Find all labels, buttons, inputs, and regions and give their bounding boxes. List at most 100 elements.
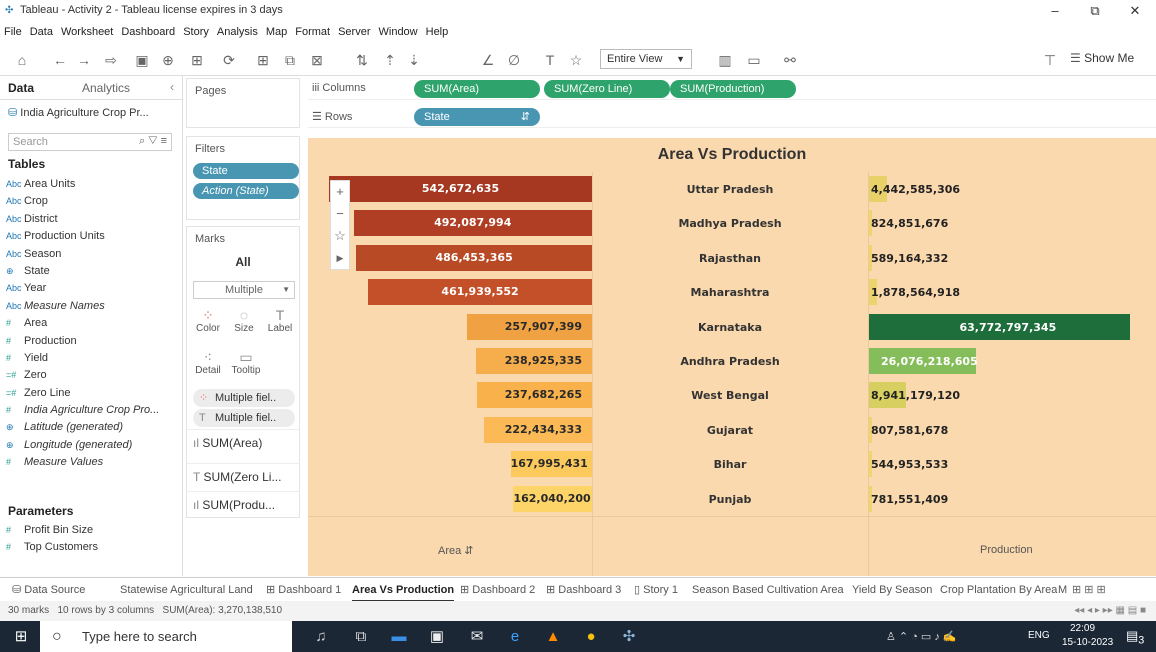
sort-asc-icon[interactable]: ⇡ bbox=[380, 50, 400, 70]
tab-overflow[interactable]: M bbox=[1058, 578, 1067, 602]
minimize-button[interactable]: – bbox=[1040, 2, 1070, 20]
taskbar-search[interactable]: ○ Type here to search bbox=[40, 621, 292, 652]
presentation-icon[interactable]: ▭ bbox=[744, 50, 764, 70]
marks-all-tab[interactable]: All bbox=[187, 255, 299, 269]
zoom-out-icon[interactable]: − bbox=[331, 203, 349, 225]
highlight-icon[interactable]: ∠ bbox=[478, 50, 498, 70]
field-item[interactable]: Abc Production Units bbox=[6, 228, 182, 245]
field-item[interactable]: Abc Year bbox=[6, 280, 182, 297]
tooltip-icon[interactable]: ⊤ bbox=[1040, 50, 1060, 70]
store-icon[interactable]: ▣ bbox=[426, 626, 448, 648]
field-item[interactable]: # Area bbox=[6, 315, 182, 332]
windows-start-icon[interactable]: ⊞ bbox=[10, 626, 32, 648]
tab-dashboard-2[interactable]: ⊞ Dashboard 2 bbox=[460, 578, 535, 602]
tab-season-based-cultivation-area[interactable]: Season Based Cultivation Area bbox=[692, 578, 844, 602]
pin-icon[interactable]: ☆ bbox=[331, 225, 349, 247]
parameter-item[interactable]: # Top Customers bbox=[6, 539, 182, 556]
size-button[interactable]: ◌ Size bbox=[229, 307, 259, 334]
area-bar[interactable]: 167,995,431 bbox=[510, 451, 592, 478]
task-view-icon[interactable]: ⧉ bbox=[350, 626, 372, 648]
columns-shelf[interactable]: iii Columns SUM(Area) SUM(Zero Line) SUM… bbox=[308, 78, 1156, 100]
swap-icon[interactable]: ⇅ bbox=[352, 50, 372, 70]
state-label[interactable]: Maharashtra bbox=[594, 286, 866, 299]
menu-window[interactable]: Window bbox=[375, 22, 422, 38]
clear-sheet-icon[interactable]: ⊠ bbox=[304, 50, 330, 70]
encoding-pill-label[interactable]: T Multiple fiel.. bbox=[193, 409, 295, 427]
parameter-item[interactable]: # Profit Bin Size bbox=[6, 522, 182, 539]
menu-story[interactable]: Story bbox=[179, 22, 213, 38]
marks-card-sum-zero-line[interactable]: T SUM(Zero Li... bbox=[187, 463, 299, 489]
tab-crop-plantation-by-area[interactable]: Crop Plantation By Area bbox=[940, 578, 1057, 602]
close-button[interactable]: ✕ bbox=[1120, 2, 1150, 20]
filter-pill-state[interactable]: State bbox=[193, 163, 299, 179]
marks-card-sum-production[interactable]: ıl SUM(Produ... bbox=[187, 491, 299, 517]
fit-select[interactable]: Entire View ▼ bbox=[600, 49, 692, 69]
state-label[interactable]: Gujarat bbox=[594, 424, 866, 437]
refresh-icon[interactable]: ⟳ bbox=[216, 50, 242, 70]
microphone-icon[interactable]: ♫ bbox=[310, 626, 332, 648]
file-explorer-icon[interactable]: ▬ bbox=[388, 626, 410, 648]
sheet-nav-icons[interactable]: ◂◂ ◂ ▸ ▸▸ ▦ ▤ ■ bbox=[1074, 601, 1146, 621]
field-item[interactable]: =# Zero bbox=[6, 367, 182, 384]
color-button[interactable]: ⁘ Color bbox=[193, 307, 223, 334]
tableau-taskbar-icon[interactable]: ✣ bbox=[618, 626, 640, 648]
field-item[interactable]: Abc Crop bbox=[6, 193, 182, 210]
field-item[interactable]: Abc District bbox=[6, 211, 182, 228]
forward-icon[interactable]: → bbox=[74, 50, 94, 70]
menu-analysis[interactable]: Analysis bbox=[213, 22, 262, 38]
menu-worksheet[interactable]: Worksheet bbox=[57, 22, 117, 38]
detail-button[interactable]: ⁖ Detail bbox=[193, 349, 223, 376]
clock-time[interactable]: 22:09 bbox=[1070, 623, 1095, 634]
menu-dashboard[interactable]: Dashboard bbox=[117, 22, 179, 38]
show-me-button[interactable]: ☰ Show Me bbox=[1070, 51, 1134, 65]
field-item[interactable]: ⊕ Longitude (generated) bbox=[6, 437, 182, 454]
pause-update-icon[interactable]: ⊞ bbox=[184, 50, 210, 70]
state-label[interactable]: Rajasthan bbox=[594, 252, 866, 265]
field-item[interactable]: ⊕ State bbox=[6, 263, 182, 280]
field-search-input[interactable]: Search ⌕ ▽ ≡ bbox=[8, 133, 172, 151]
menu-file[interactable]: File bbox=[0, 22, 26, 38]
tray-icons[interactable]: ♙ ⌃ ◔ ▭ ♪ ✍ bbox=[886, 630, 957, 643]
field-item[interactable]: # Yield bbox=[6, 350, 182, 367]
tab-analytics[interactable]: Analytics bbox=[82, 81, 130, 95]
state-label[interactable]: Andhra Pradesh bbox=[594, 355, 866, 368]
column-pill-sum-zero-line[interactable]: SUM(Zero Line) bbox=[544, 80, 670, 98]
column-pill-sum-production[interactable]: SUM(Production) bbox=[670, 80, 796, 98]
tab-story-1[interactable]: ▯ Story 1 bbox=[634, 578, 678, 602]
field-item[interactable]: # Measure Values bbox=[6, 454, 182, 471]
tab-area-vs-production[interactable]: Area Vs Production bbox=[352, 578, 455, 602]
tab-dashboard-1[interactable]: ⊞ Dashboard 1 bbox=[266, 578, 341, 602]
field-item[interactable]: # India Agriculture Crop Pro... bbox=[6, 402, 182, 419]
sort-desc-icon[interactable]: ⇣ bbox=[404, 50, 424, 70]
filter-pill-action-state[interactable]: Action (State) bbox=[193, 183, 299, 199]
area-bar[interactable]: 461,939,552 bbox=[368, 279, 592, 306]
new-sheet-icons[interactable]: ⊞ ⊞ ⊞ bbox=[1072, 578, 1106, 602]
back-icon[interactable]: ← bbox=[50, 50, 70, 70]
field-item[interactable]: # Production bbox=[6, 333, 182, 350]
tab-data[interactable]: Data bbox=[8, 81, 34, 95]
field-item[interactable]: Abc Area Units bbox=[6, 176, 182, 193]
menu-data[interactable]: Data bbox=[26, 22, 57, 38]
tab-data-source[interactable]: ⛁ Data Source bbox=[12, 578, 85, 602]
area-bar[interactable]: 257,907,399 bbox=[467, 313, 592, 340]
x-axis-label-area[interactable]: Area ⇵ bbox=[438, 544, 474, 557]
labels-icon[interactable]: T bbox=[540, 50, 560, 70]
home-icon[interactable]: ⌂ bbox=[12, 50, 32, 70]
area-bar[interactable]: 486,453,365 bbox=[356, 244, 592, 271]
rows-shelf[interactable]: ☰ Rows State ⇵ bbox=[308, 106, 1156, 128]
chrome-icon[interactable]: ● bbox=[580, 626, 602, 648]
tab-statewise-agricultural-land[interactable]: Statewise Agricultural Land bbox=[120, 578, 253, 602]
language-indicator[interactable]: ENG bbox=[1028, 630, 1050, 641]
clock-date[interactable]: 15-10-2023 bbox=[1062, 637, 1113, 648]
state-label[interactable]: Uttar Pradesh bbox=[594, 183, 866, 196]
area-bar[interactable]: 542,672,635 bbox=[329, 176, 592, 202]
redo-icon[interactable]: ⇨ bbox=[98, 50, 124, 70]
field-item[interactable]: Abc Measure Names bbox=[6, 298, 182, 315]
menu-help[interactable]: Help bbox=[422, 22, 453, 38]
new-datasource-icon[interactable]: ⊕ bbox=[158, 50, 178, 70]
field-item[interactable]: ⊕ Latitude (generated) bbox=[6, 419, 182, 436]
zoom-in-icon[interactable]: + bbox=[331, 181, 349, 203]
state-label[interactable]: West Bengal bbox=[594, 389, 866, 402]
tooltip-button[interactable]: ▭ Tooltip bbox=[229, 349, 263, 376]
collapse-icon[interactable]: ‹ bbox=[170, 80, 174, 94]
